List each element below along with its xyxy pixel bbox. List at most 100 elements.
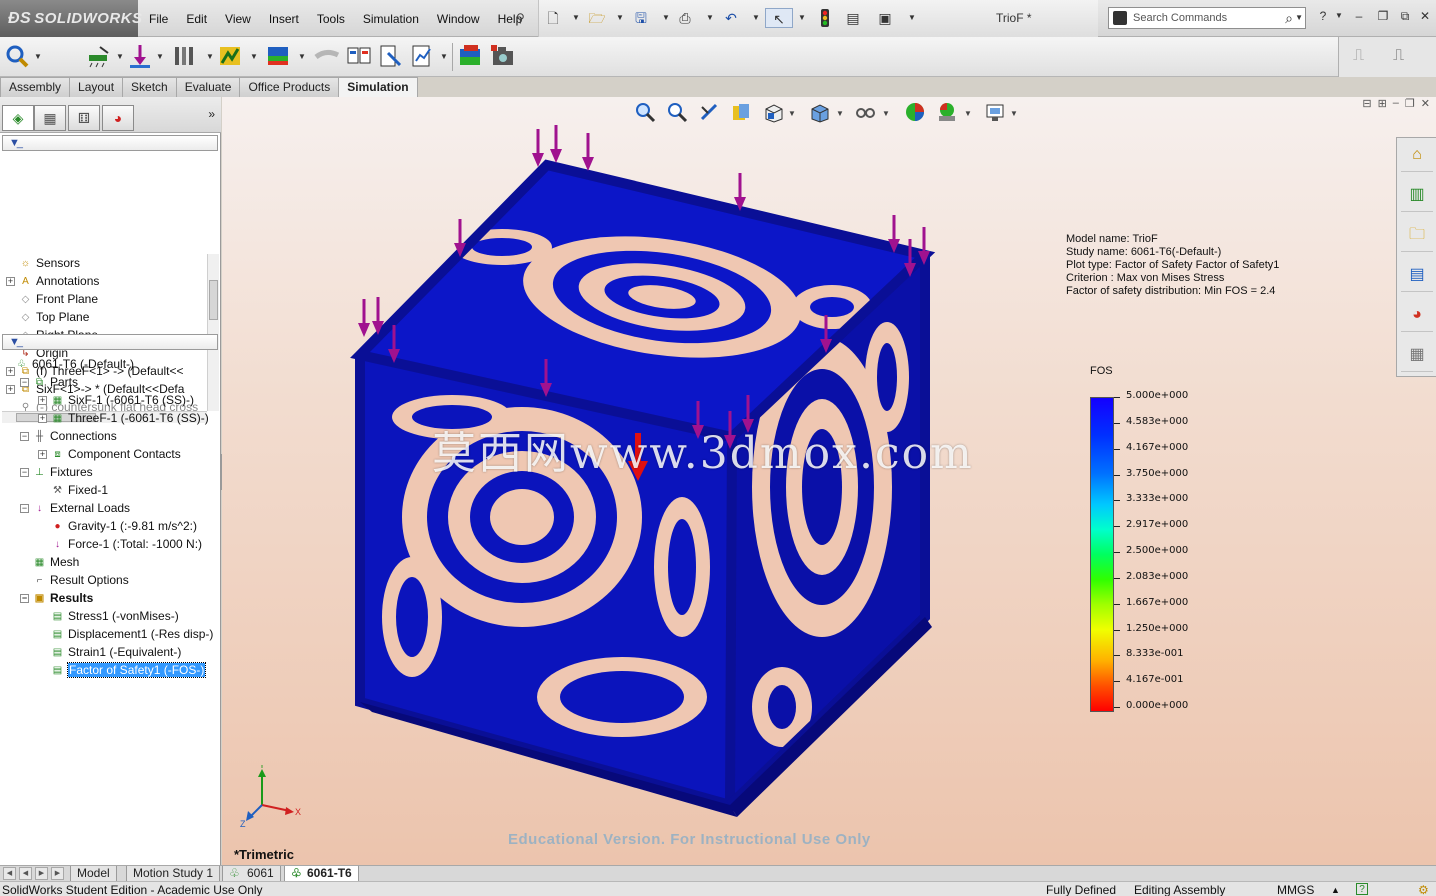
restore-down-icon[interactable]: ⧉ (1396, 8, 1414, 24)
feature-tree-item[interactable]: +◇Top Plane (6, 308, 90, 326)
view-palette-icon[interactable]: ▤ (1401, 258, 1433, 292)
tab-simulation[interactable]: Simulation (338, 77, 418, 98)
minimize-icon[interactable]: – (1350, 8, 1368, 24)
expand-panel-icon[interactable]: » (208, 107, 215, 121)
tab-study-6061-t6[interactable]: ♧ 6061-T6 (284, 866, 359, 882)
feature-tree-item[interactable]: +◇Front Plane (6, 290, 98, 308)
feature-tree-item[interactable]: +☼Sensors (6, 254, 80, 272)
layout-wave-icon[interactable]: ⎍ (1393, 47, 1404, 65)
tab-model[interactable]: Model (70, 866, 117, 882)
save-dropdown-icon[interactable]: ▼ (661, 8, 671, 28)
search-icon[interactable]: ⌕ (1285, 8, 1293, 28)
tab-sketch[interactable]: Sketch (122, 77, 177, 97)
feature-tree-item[interactable]: + A Annotations (6, 272, 99, 290)
study-advisor-dropdown-icon[interactable]: ▼ (34, 52, 42, 61)
options-dropdown-icon[interactable]: ▼ (907, 8, 917, 28)
print-icon[interactable]: ⎙ (675, 8, 695, 28)
study-tree-item[interactable]: ⚒ Fixed-1 (38, 481, 108, 499)
viewport-restore-icon[interactable]: ❐ (1405, 97, 1415, 117)
graphics-area[interactable]: ▼ ▼ ▼ ▼ ▼ ⊟ ⊞ – ❐ ✕ 莫西网www.3dmox.com Mod… (222, 97, 1436, 865)
report-icon[interactable] (410, 43, 436, 69)
results-dropdown-icon[interactable]: ▼ (298, 52, 306, 61)
study-tree-item[interactable]: ↓ Force-1 (:Total: -1000 N:) (38, 535, 202, 553)
study-tree-item[interactable]: − ⧉ Parts (20, 373, 78, 391)
viewport-minimize-icon[interactable]: – (1393, 97, 1399, 117)
file-properties-icon[interactable]: ▤ (843, 8, 863, 28)
tree-vertical-scrollbar[interactable] (207, 254, 219, 411)
study-tree-item[interactable]: ▤ Factor of Safety1 (-FOS-) (38, 661, 207, 679)
menu-simulation[interactable]: Simulation (354, 12, 428, 26)
select-cursor-icon[interactable]: ↖ (765, 8, 793, 28)
fixtures-advisor-icon[interactable] (86, 43, 112, 69)
tab-assembly[interactable]: Assembly (0, 77, 71, 97)
new-document-icon[interactable]: 🗋 (543, 8, 563, 28)
displaymanager-tab-icon[interactable]: ◕ (102, 105, 134, 131)
undo-icon[interactable]: ↶ (721, 8, 741, 28)
search-dropdown-icon[interactable]: ▼ (1295, 8, 1303, 28)
solidworks-resources-icon[interactable]: ⌂ (1401, 138, 1433, 172)
restore-icon[interactable]: ❐ (1374, 8, 1392, 24)
tab-evaluate[interactable]: Evaluate (175, 77, 241, 97)
connections-advisor-icon[interactable] (172, 43, 198, 69)
feature-filter[interactable]: ▼̲ (2, 135, 218, 151)
pin-menu-icon[interactable]: ⚲ (516, 11, 530, 25)
study-filter[interactable]: ▼̲ (2, 334, 218, 350)
close-icon[interactable]: ✕ (1416, 8, 1434, 24)
fixtures-dropdown-icon[interactable]: ▼ (116, 52, 124, 61)
design-study-icon[interactable] (378, 43, 404, 69)
menu-insert[interactable]: Insert (260, 12, 308, 26)
compare-results-icon[interactable] (346, 43, 372, 69)
connections-dropdown-icon[interactable]: ▼ (206, 52, 214, 61)
design-library-icon[interactable]: ▥ (1401, 178, 1433, 212)
expand-toggle-icon[interactable]: + (6, 385, 15, 395)
options-icon[interactable]: ▣ (875, 8, 895, 28)
file-explorer-icon[interactable]: 🗀 (1401, 218, 1433, 252)
run-dropdown-icon[interactable]: ▼ (250, 52, 258, 61)
custom-properties-icon[interactable]: ▦ (1401, 338, 1433, 372)
study-tree-item[interactable]: + ▦ SixF-1 (-6061-T6 (SS)-) (38, 391, 194, 409)
tab-layout[interactable]: Layout (69, 77, 124, 97)
include-image-icon[interactable] (458, 43, 484, 69)
tab-office-products[interactable]: Office Products (239, 77, 340, 97)
first-tab-icon[interactable]: ◀ (3, 867, 16, 880)
viewport-close-icon[interactable]: ✕ (1421, 97, 1430, 117)
fos-plot-model[interactable] (222, 97, 1222, 865)
solidworks-logo[interactable]: ƉS SOLIDWORKS (0, 0, 142, 37)
run-icon[interactable] (218, 43, 244, 69)
results-advisor-icon[interactable] (266, 43, 292, 69)
next-tab-icon[interactable]: ▶ (35, 867, 48, 880)
tile-right-icon[interactable]: ⊞ (1378, 97, 1387, 117)
select-dropdown-icon[interactable]: ▼ (797, 8, 807, 28)
external-loads-advisor-icon[interactable] (128, 43, 154, 69)
save-icon[interactable]: 🖫 (631, 8, 651, 28)
study-tree-item[interactable]: ● Gravity-1 (:-9.81 m/s^2:) (38, 517, 197, 535)
help-dropdown-icon[interactable]: ▼ (1330, 8, 1348, 24)
study-tree-item[interactable]: − ⊥ Fixtures (20, 463, 93, 481)
search-commands-field[interactable]: Search Commands ⌕ ▼ (1108, 7, 1306, 29)
menu-window[interactable]: Window (428, 12, 489, 26)
layout-step-icon[interactable]: ⎍ (1353, 47, 1364, 65)
configurationmanager-tab-icon[interactable]: ⚅ (68, 105, 100, 131)
study-tree-item[interactable]: − ╫ Connections (20, 427, 117, 445)
study-tree-item[interactable]: ▤ Strain1 (-Equivalent-) (38, 643, 182, 661)
fos-color-bar[interactable] (1090, 397, 1114, 712)
tab-study-6061[interactable]: ♧ 6061 (222, 866, 281, 882)
menu-tools[interactable]: Tools (308, 12, 354, 26)
menu-file[interactable]: File (140, 12, 177, 26)
camera-icon[interactable] (490, 43, 516, 69)
study-tree-item[interactable]: ▦ Mesh (20, 553, 80, 571)
study-tree-item[interactable]: + ▦ ThreeF-1 (-6061-T6 (SS)-) (38, 409, 209, 427)
expand-toggle-icon[interactable]: + (6, 277, 15, 287)
new-dropdown-icon[interactable]: ▼ (571, 8, 581, 28)
study-tree-item[interactable]: ▤ Stress1 (-vonMises-) (38, 607, 179, 625)
expand-toggle-icon[interactable]: − (20, 594, 29, 604)
expand-toggle-icon[interactable]: − (20, 432, 29, 442)
expand-toggle-icon[interactable]: − (20, 504, 29, 514)
help-status-icon[interactable]: ? (1356, 883, 1368, 895)
study-tree-item[interactable]: − ▣ Results (20, 589, 93, 607)
scroll-thumb[interactable] (209, 280, 218, 320)
loads-dropdown-icon[interactable]: ▼ (156, 52, 164, 61)
study-advisor-icon[interactable] (4, 43, 30, 69)
propertymanager-tab-icon[interactable]: ▦ (34, 105, 66, 131)
print-dropdown-icon[interactable]: ▼ (705, 8, 715, 28)
